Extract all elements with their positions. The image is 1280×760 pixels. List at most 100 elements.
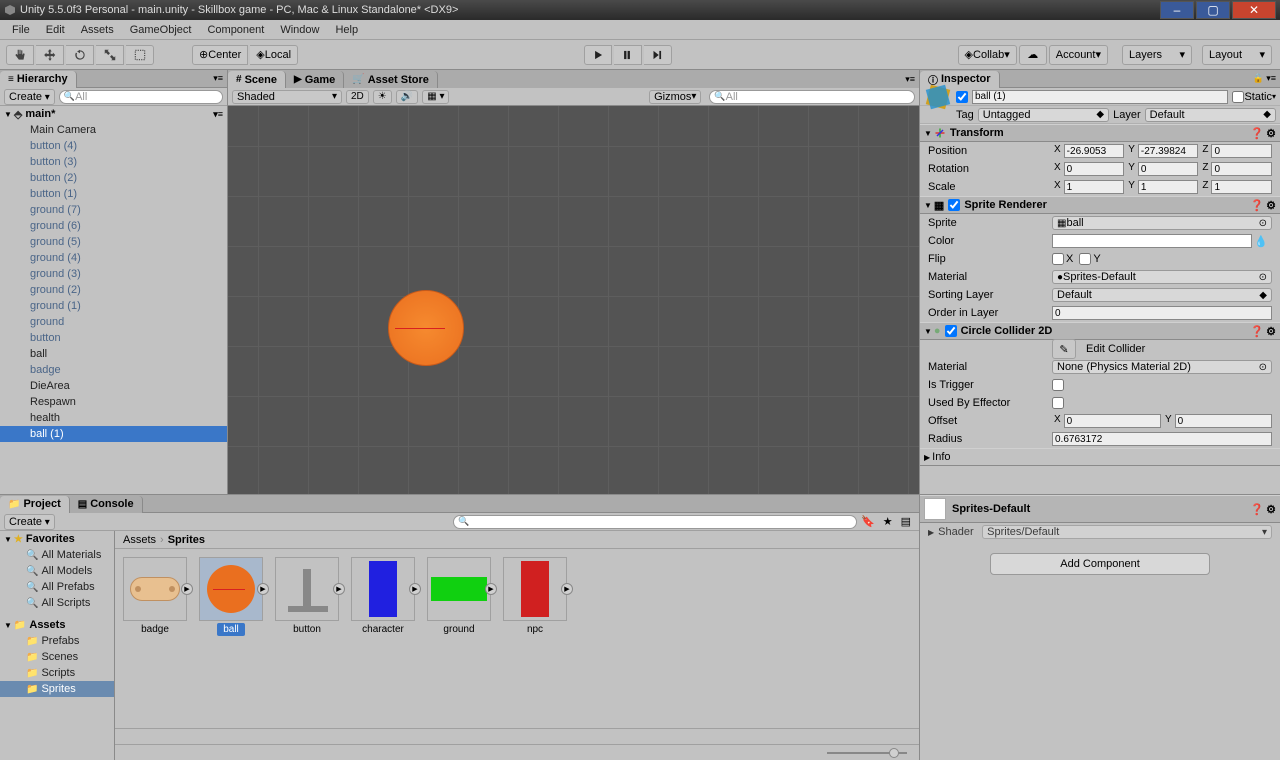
star-icon[interactable]: ★ [883,515,893,528]
menu-edit[interactable]: Edit [46,24,65,36]
breadcrumb-assets[interactable]: Assets [123,534,156,546]
hierarchy-item[interactable]: button [0,330,227,346]
coll-material-field[interactable]: None (Physics Material 2D)⊙ [1052,360,1272,374]
pivot-local-toggle[interactable]: ◈ Local [250,45,298,65]
sprite-renderer-header[interactable]: ▼▦Sprite Renderer❓⚙ [920,196,1280,214]
hierarchy-item[interactable]: badge [0,362,227,378]
hierarchy-item[interactable]: button (4) [0,138,227,154]
folder-sprites[interactable]: 📁Sprites [0,681,114,697]
sprite-renderer-enabled[interactable] [948,199,960,211]
hierarchy-item[interactable]: button (1) [0,186,227,202]
favorites-header[interactable]: ▼★Favorites [0,531,114,547]
material-preview-header[interactable]: Sprites-Default❓⚙ [920,495,1280,523]
rect-tool[interactable] [126,45,154,65]
thumbnail-size-slider[interactable] [115,744,919,760]
expand-icon[interactable]: ▶ [257,583,269,595]
hierarchy-tab[interactable]: ≡Hierarchy [0,71,77,88]
project-create-dropdown[interactable]: Create ▾ [4,514,55,530]
pause-button[interactable] [614,45,642,65]
transform-header[interactable]: ▼Transform❓⚙ [920,124,1280,142]
offset-x[interactable] [1064,414,1161,428]
ball-sprite[interactable] [388,290,464,366]
hierarchy-search[interactable]: 🔍All [59,90,223,104]
sprite-field[interactable]: ▦ ball⊙ [1052,216,1272,230]
filter-icon[interactable]: 🔖 [861,515,875,528]
flip-y-checkbox[interactable] [1079,253,1091,265]
hierarchy-item[interactable]: Respawn [0,394,227,410]
gear-icon[interactable]: ⚙ [1266,503,1276,516]
account-dropdown[interactable]: Account ▾ [1049,45,1108,65]
gear-icon[interactable]: ⚙ [1266,325,1276,338]
help-icon[interactable]: ❓ [1250,325,1264,338]
cloud-button[interactable]: ☁ [1019,45,1047,65]
inspector-lock-icon[interactable]: 🔒 ▾≡ [1253,73,1276,84]
fav-all-models[interactable]: 🔍All Models [0,563,114,579]
viewport-menu-icon[interactable]: ▾≡ [905,74,915,85]
step-button[interactable] [644,45,672,65]
layer-dropdown[interactable]: Default◆ [1145,108,1276,122]
fav-all-prefabs[interactable]: 🔍All Prefabs [0,579,114,595]
hierarchy-item[interactable]: ball [0,346,227,362]
hierarchy-item[interactable]: DieArea [0,378,227,394]
hierarchy-item[interactable]: ground (4) [0,250,227,266]
rotation-y[interactable] [1138,162,1199,176]
layout-dropdown[interactable]: Layout ▾ [1202,45,1272,65]
layers-dropdown[interactable]: Layers ▾ [1122,45,1192,65]
help-icon[interactable]: ❓ [1250,127,1264,140]
play-button[interactable] [584,45,612,65]
menu-gameobject[interactable]: GameObject [130,24,192,36]
sprite-thumb[interactable]: ▶ground [427,557,491,720]
sprite-thumb[interactable]: ▶npc [503,557,567,720]
breadcrumb-sprites[interactable]: Sprites [168,534,205,546]
edit-collider-button[interactable]: ✎ [1052,339,1076,359]
sprite-thumb[interactable]: ▶badge [123,557,187,720]
2d-toggle[interactable]: 2D [346,90,369,104]
scale-x[interactable] [1064,180,1125,194]
hierarchy-item[interactable]: ground (2) [0,282,227,298]
position-z[interactable] [1211,144,1272,158]
is-trigger-checkbox[interactable] [1052,379,1064,391]
rotation-x[interactable] [1064,162,1125,176]
collab-dropdown[interactable]: ◈ Collab ▾ [958,45,1017,65]
info-foldout[interactable]: ▶Info [920,448,1280,466]
order-field[interactable] [1052,306,1272,320]
gizmos-dropdown[interactable]: Gizmos ▾ [649,90,701,104]
hierarchy-item[interactable]: Main Camera [0,122,227,138]
audio-toggle[interactable]: 🔊 [396,90,418,104]
hierarchy-item[interactable]: ground (6) [0,218,227,234]
offset-y[interactable] [1175,414,1272,428]
expand-icon[interactable]: ▶ [181,583,193,595]
maximize-button[interactable]: ▢ [1196,1,1230,19]
hierarchy-item[interactable]: ground (3) [0,266,227,282]
hierarchy-item[interactable]: health [0,410,227,426]
expand-icon[interactable]: ▶ [561,583,573,595]
menu-component[interactable]: Component [207,24,264,36]
scene-canvas[interactable] [228,106,919,494]
used-by-effector-checkbox[interactable] [1052,397,1064,409]
color-field[interactable] [1052,234,1252,248]
sprite-thumb[interactable]: ▶button [275,557,339,720]
gear-icon[interactable]: ⚙ [1266,127,1276,140]
scene-tab[interactable]: #Scene [228,71,286,88]
hierarchy-item[interactable]: ground (7) [0,202,227,218]
scene-root[interactable]: ▼⬘main*▾≡ [0,106,227,122]
project-search[interactable]: 🔍 [453,515,857,529]
fav-all-scripts[interactable]: 🔍All Scripts [0,595,114,611]
rotate-tool[interactable] [66,45,94,65]
add-component-button[interactable]: Add Component [990,553,1210,575]
help-icon[interactable]: ❓ [1250,503,1264,516]
hierarchy-item[interactable]: button (3) [0,154,227,170]
panel-menu-icon[interactable]: ▾≡ [213,73,223,84]
scale-z[interactable] [1211,180,1272,194]
hierarchy-item[interactable]: button (2) [0,170,227,186]
folder-scripts[interactable]: 📁Scripts [0,665,114,681]
expand-icon[interactable]: ▶ [333,583,345,595]
scene-search[interactable]: 🔍All [709,90,915,104]
sprite-thumb[interactable]: ▶ball [199,557,263,720]
hierarchy-create-dropdown[interactable]: Create ▾ [4,89,55,105]
collider-header[interactable]: ▼●Circle Collider 2D❓⚙ [920,322,1280,340]
hierarchy-item[interactable]: ball (1) [0,426,227,442]
static-checkbox[interactable] [1232,91,1244,103]
menu-assets[interactable]: Assets [81,24,114,36]
lighting-toggle[interactable]: ☀ [373,90,392,104]
